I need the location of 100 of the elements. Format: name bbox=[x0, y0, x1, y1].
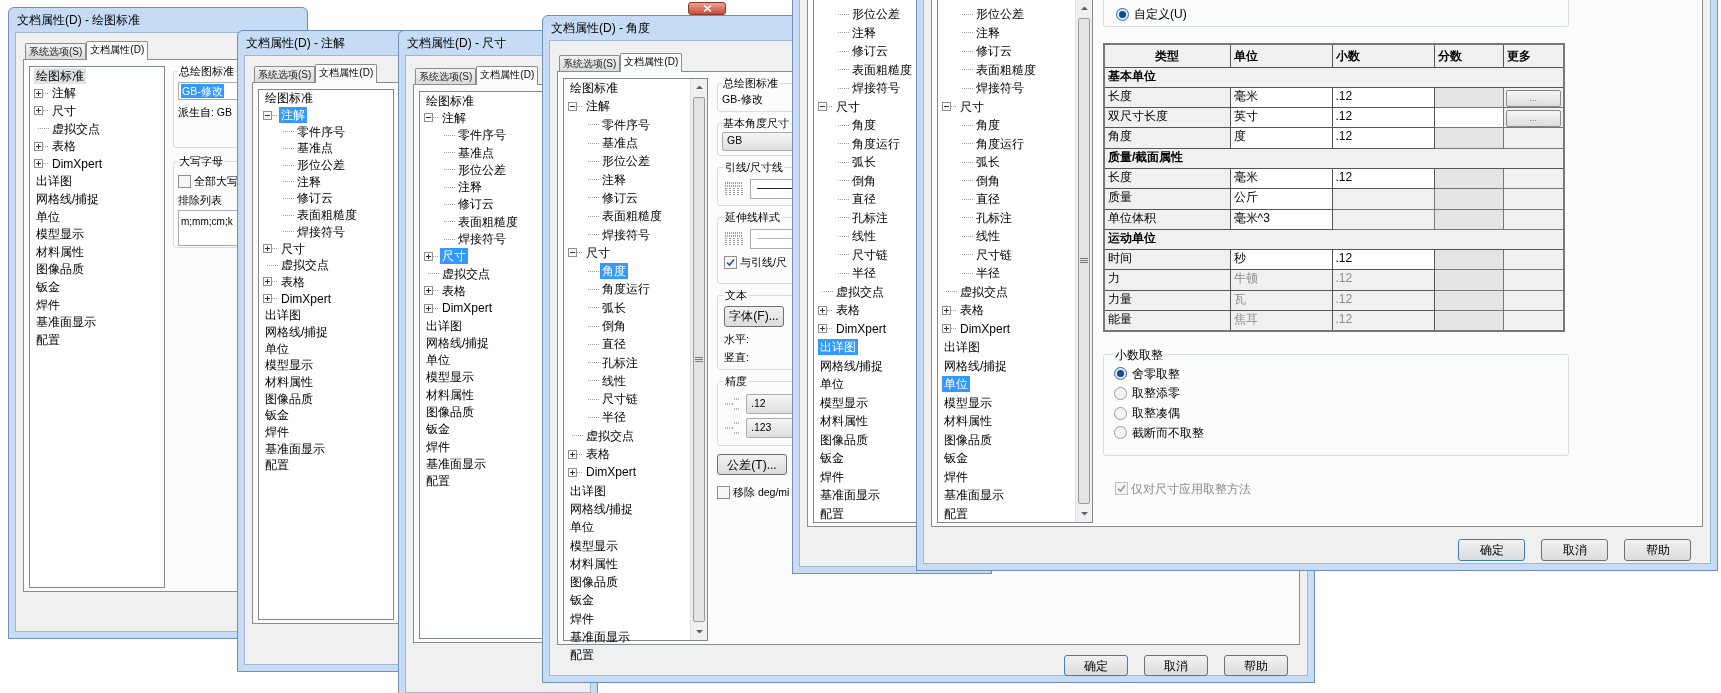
tab[interactable]: 系统选项(S) bbox=[25, 43, 87, 59]
tab[interactable]: 文档属性(D) bbox=[86, 41, 149, 60]
tree-item[interactable]: 绘图标准 bbox=[424, 92, 476, 109]
tree-item[interactable]: 虚拟交点 bbox=[279, 257, 331, 274]
tree-item[interactable]: 材料属性 bbox=[263, 374, 315, 391]
tree-item[interactable]: 半径 bbox=[850, 265, 878, 282]
tree-item[interactable]: 焊件 bbox=[568, 610, 596, 627]
tree-item[interactable]: 角度运行 bbox=[974, 135, 1026, 152]
expand-icon[interactable] bbox=[263, 277, 272, 287]
tree-item[interactable]: 模型显示 bbox=[942, 394, 994, 411]
tree-item[interactable]: 出详图 bbox=[568, 482, 608, 499]
dialog-button[interactable]: 取消 bbox=[1144, 655, 1208, 676]
tree-item[interactable]: 出详图 bbox=[942, 339, 982, 356]
tree-item[interactable]: 基准点 bbox=[295, 140, 335, 157]
tree-item[interactable]: 基准面显示 bbox=[424, 455, 488, 472]
tree-item[interactable]: 角度 bbox=[974, 117, 1002, 134]
close-button[interactable] bbox=[688, 2, 726, 15]
dialog-button[interactable]: 帮助 bbox=[1224, 655, 1288, 676]
tree-item[interactable]: 表格 bbox=[279, 273, 307, 290]
tree-item[interactable]: 焊接符号 bbox=[456, 231, 508, 247]
tree-item[interactable]: 网格线/捕捉 bbox=[424, 334, 492, 351]
expand-icon[interactable] bbox=[818, 324, 827, 334]
tree-item[interactable]: 注释 bbox=[600, 171, 628, 188]
tree-item[interactable]: 网格线/捕捉 bbox=[942, 357, 1010, 374]
tree-item[interactable]: 表格 bbox=[834, 302, 862, 319]
tab[interactable]: 文档属性(D) bbox=[476, 66, 539, 85]
tree-item[interactable]: 形位公差 bbox=[456, 161, 508, 178]
expand-icon[interactable] bbox=[34, 141, 43, 151]
tree-item[interactable]: 基准面显示 bbox=[942, 487, 1006, 504]
tree-item[interactable]: 形位公差 bbox=[850, 6, 902, 23]
tree-item[interactable]: 配置 bbox=[263, 457, 291, 474]
tree-item[interactable]: 虚拟交点 bbox=[958, 283, 1010, 300]
tree-item[interactable]: 焊件 bbox=[818, 468, 846, 485]
tree-item[interactable]: 弧长 bbox=[974, 154, 1002, 171]
tree-item[interactable]: 尺寸链 bbox=[600, 391, 640, 408]
tree-item[interactable]: 直径 bbox=[850, 191, 878, 208]
tree-item[interactable]: 尺寸 bbox=[279, 240, 307, 257]
tree-item[interactable]: 焊接符号 bbox=[974, 80, 1026, 97]
tree-item[interactable]: 尺寸 bbox=[50, 103, 78, 119]
tree-item[interactable]: 配置 bbox=[942, 505, 970, 522]
tree-item[interactable]: 修订云 bbox=[600, 189, 640, 206]
tree-item[interactable]: 虚拟交点 bbox=[440, 265, 492, 282]
dialog-button[interactable]: 确定 bbox=[1064, 655, 1128, 676]
tree-item[interactable]: 图像品质 bbox=[34, 261, 86, 278]
expand-icon[interactable] bbox=[263, 294, 272, 304]
tree-item[interactable]: 虚拟交点 bbox=[584, 427, 636, 444]
tree-item[interactable]: 零件序号 bbox=[456, 127, 508, 144]
tree-item[interactable]: 配置 bbox=[34, 331, 62, 348]
tab[interactable]: 系统选项(S) bbox=[254, 66, 316, 82]
tree-item[interactable]: 网格线/捕捉 bbox=[818, 357, 886, 374]
tree-item[interactable]: 注解 bbox=[50, 85, 78, 102]
tree-item[interactable]: 半径 bbox=[974, 265, 1002, 282]
tree-item[interactable]: 网格线/捕捉 bbox=[34, 190, 102, 207]
tree-item[interactable]: 角度 bbox=[850, 117, 878, 134]
tab[interactable]: 系统选项(S) bbox=[559, 55, 621, 71]
scrollbar[interactable] bbox=[1075, 0, 1092, 522]
tree-item[interactable]: 材料属性 bbox=[424, 386, 476, 403]
tree-item[interactable]: 线性 bbox=[974, 228, 1002, 245]
tree-item[interactable]: 模型显示 bbox=[818, 394, 870, 411]
tree-item[interactable]: 基准面显示 bbox=[818, 487, 882, 504]
tree-item[interactable]: 形位公差 bbox=[295, 157, 347, 174]
tree-item[interactable]: 单位 bbox=[34, 208, 62, 225]
tree-item[interactable]: 倒角 bbox=[974, 172, 1002, 189]
tree-item[interactable]: 钣金 bbox=[568, 592, 596, 609]
tree-item[interactable]: 注解 bbox=[584, 98, 612, 115]
tree-item[interactable]: 图像品质 bbox=[568, 574, 620, 591]
radio-button[interactable]: 舍零取整 bbox=[1114, 363, 1180, 384]
tree-item[interactable]: 表面粗糙度 bbox=[295, 207, 359, 224]
tree-item[interactable]: 图像品质 bbox=[424, 404, 476, 420]
tree-item[interactable]: 图像品质 bbox=[942, 431, 994, 448]
tree-item[interactable]: 修订云 bbox=[850, 43, 890, 60]
tree-item[interactable]: 单位 bbox=[263, 340, 291, 357]
collapse-icon[interactable] bbox=[568, 248, 577, 258]
tree-item[interactable]: 模型显示 bbox=[34, 226, 86, 243]
tree-item[interactable]: 表格 bbox=[440, 282, 468, 299]
radio-button[interactable]: 取整凑偶 bbox=[1114, 403, 1180, 423]
tree-item[interactable]: 图像品质 bbox=[263, 390, 315, 407]
tree-item[interactable]: DimXpert bbox=[440, 300, 494, 317]
expand-icon[interactable] bbox=[424, 303, 433, 313]
tree-item[interactable]: 模型显示 bbox=[424, 369, 476, 386]
tree-item[interactable]: 单位 bbox=[424, 352, 452, 369]
dialog-button[interactable]: 取消 bbox=[1541, 539, 1608, 561]
expand-icon[interactable] bbox=[424, 251, 433, 261]
expand-icon[interactable] bbox=[942, 324, 951, 334]
scrollbar[interactable] bbox=[690, 79, 707, 640]
checkbox[interactable]: 移除 deg/mi bbox=[717, 485, 790, 501]
tree-item[interactable]: 形位公差 bbox=[600, 153, 652, 170]
tree-item[interactable]: 基准点 bbox=[456, 144, 496, 161]
tree-item[interactable]: 半径 bbox=[600, 409, 628, 426]
tree-item[interactable]: 钣金 bbox=[942, 450, 970, 467]
tree-item[interactable]: 孔标注 bbox=[850, 209, 890, 226]
tree-item[interactable]: 表面粗糙度 bbox=[600, 208, 664, 225]
tree-item[interactable]: 焊件 bbox=[424, 438, 452, 455]
tree-item[interactable]: 修订云 bbox=[456, 196, 496, 213]
expand-icon[interactable] bbox=[34, 88, 43, 98]
tree-item[interactable]: 零件序号 bbox=[600, 116, 652, 133]
tree-item[interactable]: DimXpert bbox=[834, 320, 888, 337]
dialog-button[interactable]: 帮助 bbox=[1624, 539, 1691, 561]
tree-item[interactable]: DimXpert bbox=[279, 290, 333, 307]
tree-item[interactable]: 零件序号 bbox=[295, 123, 347, 140]
